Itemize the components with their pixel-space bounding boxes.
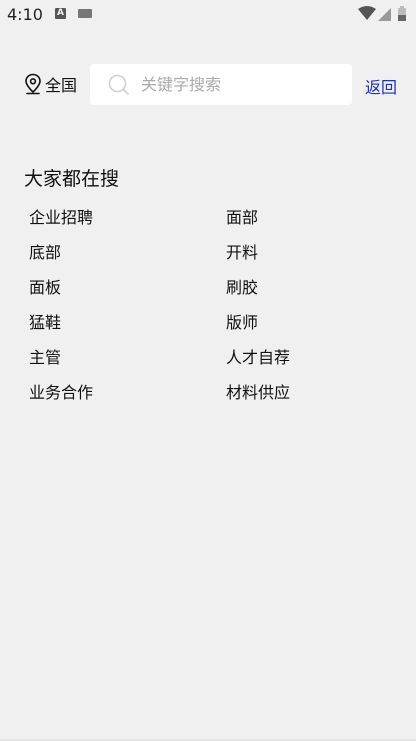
hot-search-item[interactable]: 底部: [29, 240, 226, 275]
hot-search-title: 大家都在搜: [24, 168, 120, 190]
signal-icon: [378, 8, 391, 21]
status-bar: 4:10 A: [0, 0, 416, 30]
hot-search-item[interactable]: 人才自荐: [226, 345, 389, 380]
hot-search-list: 企业招聘 面部 底部 开料 面板 刷胶 猛鞋 版师 主管 人才自荐 业务合作 材…: [29, 205, 389, 415]
hot-search-item[interactable]: 猛鞋: [29, 310, 226, 345]
battery-icon: [398, 6, 406, 21]
hot-search-item[interactable]: 版师: [226, 310, 389, 345]
hot-search-item[interactable]: 业务合作: [29, 380, 226, 415]
status-time: 4:10: [7, 5, 43, 24]
hot-search-item[interactable]: 企业招聘: [29, 205, 226, 240]
location-label: 全国: [45, 76, 78, 95]
hot-search-item[interactable]: 面部: [226, 205, 389, 240]
wifi-icon: [358, 6, 376, 20]
hot-search-item[interactable]: 开料: [226, 240, 389, 275]
hot-search-item[interactable]: 面板: [29, 275, 226, 310]
search-icon: [107, 73, 131, 101]
status-icons: [358, 5, 410, 23]
hot-search-item[interactable]: 材料供应: [226, 380, 389, 415]
search-box[interactable]: [90, 64, 352, 105]
search-input[interactable]: [141, 64, 341, 105]
back-button[interactable]: 返回: [365, 74, 397, 98]
location-pin-icon: [24, 73, 42, 95]
hot-search-item[interactable]: 刷胶: [226, 275, 389, 310]
hot-search-item[interactable]: 主管: [29, 345, 226, 380]
location-selector[interactable]: 全国: [24, 72, 77, 96]
accessibility-a-icon: A: [55, 8, 66, 19]
keyboard-icon: [78, 9, 92, 18]
